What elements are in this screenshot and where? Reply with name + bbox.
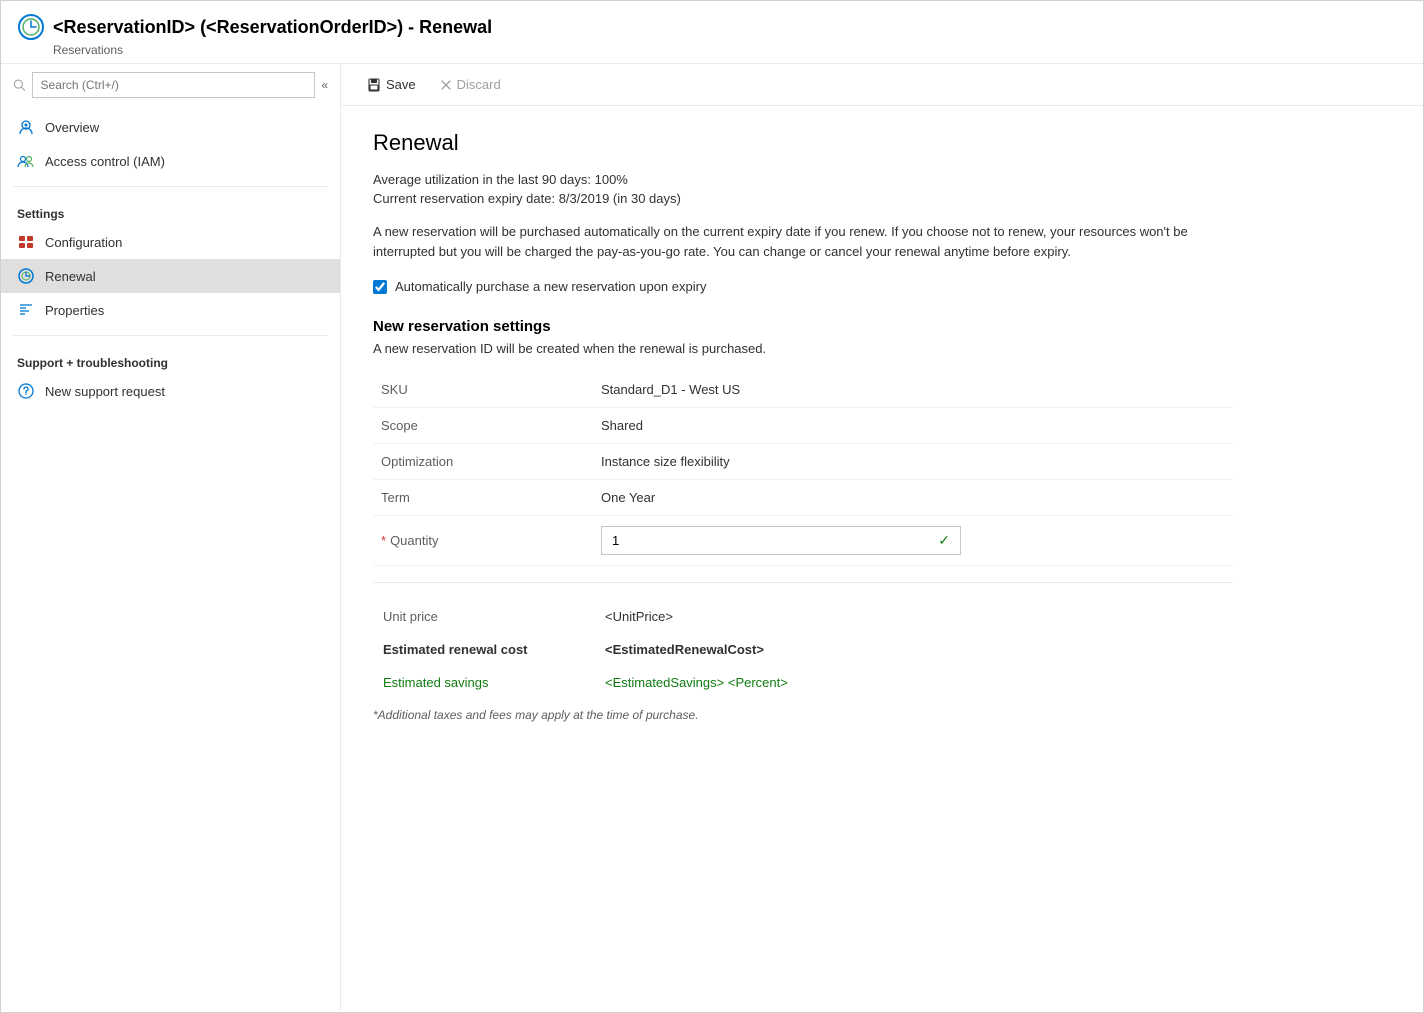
price-row-estimated: Estimated renewal cost <EstimatedRenewal…: [375, 634, 1231, 665]
sidebar-divider-support: [13, 335, 328, 336]
page-content: Renewal Average utilization in the last …: [341, 106, 1423, 746]
sidebar-item-new-support[interactable]: New support request: [1, 374, 340, 408]
sidebar-item-new-support-label: New support request: [45, 384, 165, 399]
sidebar-item-iam-label: Access control (IAM): [45, 154, 165, 169]
utilization-line: Average utilization in the last 90 days:…: [373, 172, 1391, 187]
field-value-scope: Shared: [593, 408, 1233, 444]
new-reservation-subtitle: A new reservation ID will be created whe…: [373, 341, 1391, 356]
pricing-divider: [373, 582, 1233, 583]
sidebar-item-configuration-label: Configuration: [45, 235, 122, 250]
renewal-description: A new reservation will be purchased auto…: [373, 222, 1233, 261]
sidebar-section-settings: Settings: [1, 195, 340, 225]
quantity-check-icon: ✓: [928, 532, 960, 549]
field-label-optimization: Optimization: [373, 444, 593, 480]
iam-icon: [17, 152, 35, 170]
sidebar-search-wrap: «: [1, 64, 340, 106]
required-mark: *: [381, 533, 386, 548]
support-icon: [17, 382, 35, 400]
search-icon: [13, 78, 26, 92]
sidebar-section-support: Support + troubleshooting: [1, 344, 340, 374]
discard-icon: [440, 79, 452, 91]
save-button[interactable]: Save: [357, 72, 426, 97]
price-row-unit: Unit price <UnitPrice>: [375, 601, 1231, 632]
content-area: Save Discard Renewal Average utilization…: [341, 64, 1423, 1012]
price-value-unit: <UnitPrice>: [597, 601, 1231, 632]
sidebar-item-overview[interactable]: Overview: [1, 110, 340, 144]
expiry-line: Current reservation expiry date: 8/3/201…: [373, 191, 1391, 206]
properties-icon: [17, 301, 35, 319]
auto-purchase-checkbox[interactable]: [373, 280, 387, 294]
header-title-text: <ReservationID> (<ReservationOrderID>) -…: [53, 17, 492, 38]
sidebar: « Overview: [1, 64, 341, 1012]
renewal-icon: [17, 267, 35, 285]
quantity-input-wrap: ✓: [601, 526, 961, 555]
field-label-sku: SKU: [373, 372, 593, 408]
save-icon: [367, 78, 381, 92]
field-value-optimization: Instance size flexibility: [593, 444, 1233, 480]
breadcrumb: Reservations: [53, 43, 1407, 57]
footnote: *Additional taxes and fees may apply at …: [373, 708, 1391, 722]
reservation-icon: [17, 13, 45, 41]
sidebar-item-overview-label: Overview: [45, 120, 99, 135]
sidebar-nav: Overview Access control (IAM) Settings: [1, 106, 340, 412]
page-title-header: <ReservationID> (<ReservationOrderID>) -…: [17, 13, 1407, 41]
field-value-quantity: ✓: [593, 516, 1233, 566]
sidebar-divider-settings: [13, 186, 328, 187]
search-input[interactable]: [32, 72, 316, 98]
auto-purchase-label[interactable]: Automatically purchase a new reservation…: [395, 279, 706, 294]
config-icon: [17, 233, 35, 251]
price-label-unit: Unit price: [375, 601, 595, 632]
quantity-input[interactable]: [602, 527, 928, 554]
table-row-scope: Scope Shared: [373, 408, 1233, 444]
field-label-scope: Scope: [373, 408, 593, 444]
table-row-optimization: Optimization Instance size flexibility: [373, 444, 1233, 480]
sidebar-item-renewal-label: Renewal: [45, 269, 96, 284]
info-block: Average utilization in the last 90 days:…: [373, 172, 1391, 206]
price-label-savings: Estimated savings: [375, 667, 595, 698]
app-header: <ReservationID> (<ReservationOrderID>) -…: [1, 1, 1423, 64]
settings-table: SKU Standard_D1 - West US Scope Shared O…: [373, 372, 1233, 566]
save-label: Save: [386, 77, 416, 92]
sidebar-item-properties-label: Properties: [45, 303, 104, 318]
field-label-term: Term: [373, 480, 593, 516]
field-value-sku: Standard_D1 - West US: [593, 372, 1233, 408]
renewal-title: Renewal: [373, 130, 1391, 156]
sidebar-item-configuration[interactable]: Configuration: [1, 225, 340, 259]
field-value-term: One Year: [593, 480, 1233, 516]
table-row-sku: SKU Standard_D1 - West US: [373, 372, 1233, 408]
discard-button[interactable]: Discard: [430, 72, 511, 97]
sidebar-item-iam[interactable]: Access control (IAM): [1, 144, 340, 178]
toolbar: Save Discard: [341, 64, 1423, 106]
sidebar-item-properties[interactable]: Properties: [1, 293, 340, 327]
discard-label: Discard: [457, 77, 501, 92]
price-value-savings: <EstimatedSavings> <Percent>: [597, 667, 1231, 698]
table-row-quantity: *Quantity ✓: [373, 516, 1233, 566]
new-reservation-section: New reservation settings A new reservati…: [373, 318, 1391, 566]
pricing-table: Unit price <UnitPrice> Estimated renewal…: [373, 599, 1233, 700]
price-label-estimated: Estimated renewal cost: [375, 634, 595, 665]
table-row-term: Term One Year: [373, 480, 1233, 516]
overview-icon: [17, 118, 35, 136]
field-label-quantity: *Quantity: [373, 516, 593, 566]
auto-purchase-checkbox-row: Automatically purchase a new reservation…: [373, 279, 1391, 294]
sidebar-item-renewal[interactable]: Renewal: [1, 259, 340, 293]
new-reservation-title: New reservation settings: [373, 318, 1391, 335]
price-row-savings: Estimated savings <EstimatedSavings> <Pe…: [375, 667, 1231, 698]
price-value-estimated: <EstimatedRenewalCost>: [597, 634, 1231, 665]
sidebar-collapse-button[interactable]: «: [321, 78, 328, 92]
